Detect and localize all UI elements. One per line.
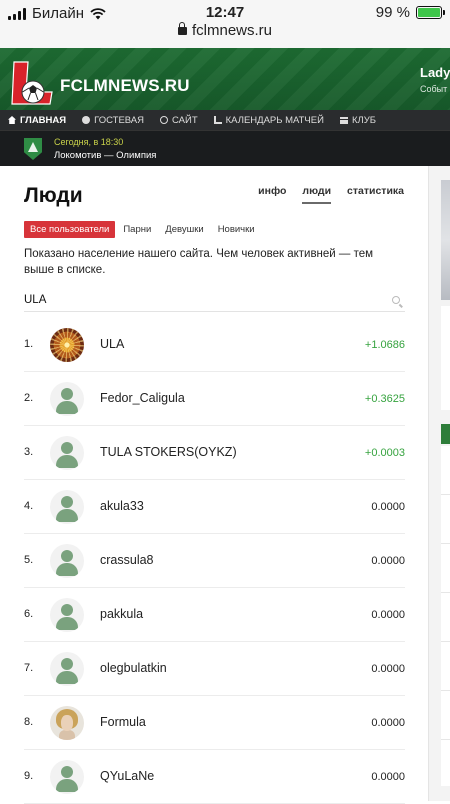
site-header: FCLMNEWS.RU Lady Событ (0, 48, 450, 110)
home-icon (8, 116, 16, 124)
site-logo-text[interactable]: FCLMNEWS.RU (60, 76, 190, 96)
lock-icon (177, 22, 187, 35)
list-item[interactable]: 7. olegbulatkin 0.0000 (24, 642, 405, 696)
tab-statistics[interactable]: статистика (347, 185, 404, 204)
rank: 3. (24, 446, 34, 458)
activity-score: 0.0000 (371, 609, 405, 621)
tab-people[interactable]: люди (302, 185, 332, 204)
list-item[interactable]: 2. Fedor_Caligula +0.3625 (24, 372, 405, 426)
username-link[interactable]: Formula (100, 715, 146, 729)
nav-item-site[interactable]: САЙТ (152, 115, 206, 126)
right-sidebar (428, 166, 450, 801)
rank: 1. (24, 338, 34, 350)
nav-item-calendar[interactable]: КАЛЕНДАРЬ МАТЧЕЙ (206, 115, 332, 126)
avatar[interactable] (50, 382, 84, 416)
page-description: Показано население нашего сайта. Чем чел… (24, 248, 374, 276)
upcoming-match[interactable]: Сегодня, в 18:30 Локомотив — Олимпия (0, 130, 450, 166)
battery-icon (416, 6, 445, 19)
avatar[interactable] (50, 652, 84, 686)
avatar[interactable] (50, 328, 84, 362)
username-link[interactable]: QYuLaNe (100, 769, 154, 783)
avatar[interactable] (50, 436, 84, 470)
user-filters: Все пользователи Парни Девушки Новички (24, 221, 261, 238)
nav-item-club[interactable]: КЛУБ (332, 115, 384, 126)
activity-score: 0.0000 (371, 663, 405, 675)
nav-item-home[interactable]: ГЛАВНАЯ (0, 115, 74, 126)
filter-all-users[interactable]: Все пользователи (24, 221, 116, 238)
list-item[interactable]: 4. akula33 0.0000 (24, 480, 405, 534)
sidebar-list (441, 446, 450, 786)
list-item[interactable]: 9. QYuLaNe 0.0000 (24, 750, 405, 804)
chart-icon (213, 116, 222, 124)
rank: 5. (24, 554, 34, 566)
club-logo-icon[interactable] (8, 58, 58, 110)
avatar[interactable] (50, 490, 84, 524)
people-page: Люди инфо люди статистика Все пользовате… (0, 166, 428, 804)
username-link[interactable]: ULA (100, 337, 124, 351)
sidebar-news-image[interactable] (441, 180, 450, 300)
globe-icon (160, 116, 168, 124)
chat-icon (82, 116, 91, 124)
username-link[interactable]: Fedor_Caligula (100, 391, 185, 405)
activity-score: +0.3625 (364, 393, 405, 405)
rank: 6. (24, 608, 34, 620)
avatar[interactable] (50, 544, 84, 578)
sidebar-section-header (441, 424, 450, 444)
match-teams: Локомотив — Олимпия (54, 150, 157, 161)
rank: 8. (24, 716, 34, 728)
list-item[interactable]: 6. pakkula 0.0000 (24, 588, 405, 642)
avatar[interactable] (50, 598, 84, 632)
filter-newcomers[interactable]: Новички (212, 221, 261, 238)
rank: 9. (24, 770, 34, 782)
filter-guys[interactable]: Парни (117, 221, 157, 238)
activity-score: 0.0000 (371, 717, 405, 729)
battery-percent: 99 % (375, 4, 410, 21)
promo-subtitle: Событ (420, 84, 448, 94)
search-input[interactable]: ULA (24, 290, 405, 312)
activity-score: 0.0000 (371, 501, 405, 513)
rank: 7. (24, 662, 34, 674)
search-value: ULA (24, 294, 47, 306)
search-icon[interactable] (392, 296, 400, 304)
menu-icon (339, 116, 348, 124)
rank: 4. (24, 500, 34, 512)
username-link[interactable]: akula33 (100, 499, 144, 513)
activity-score: 0.0000 (371, 771, 405, 783)
header-promo[interactable]: Lady Событ (420, 65, 450, 94)
list-item[interactable]: 3. TULA STOKERS(OYKZ) +0.0003 (24, 426, 405, 480)
list-item[interactable]: 5. crassula8 0.0000 (24, 534, 405, 588)
username-link[interactable]: olegbulatkin (100, 661, 167, 675)
avatar[interactable] (50, 760, 84, 794)
filter-girls[interactable]: Девушки (159, 221, 209, 238)
username-link[interactable]: TULA STOKERS(OYKZ) (100, 445, 237, 459)
main-nav: ГЛАВНАЯ ГОСТЕВАЯ САЙТ КАЛЕНДАРЬ МАТЧЕЙ К… (0, 110, 450, 130)
team-crest-icon (24, 138, 42, 160)
battery: 99 % (375, 4, 445, 21)
tab-info[interactable]: инфо (258, 185, 286, 204)
list-item[interactable]: 1. ULA +1.0686 (24, 318, 405, 372)
nav-item-guestbook[interactable]: ГОСТЕВАЯ (74, 115, 152, 126)
username-link[interactable]: crassula8 (100, 553, 154, 567)
match-time: Сегодня, в 18:30 (54, 137, 124, 147)
page-title: Люди (24, 184, 83, 207)
url-text: fclmnews.ru (191, 22, 273, 39)
username-link[interactable]: pakkula (100, 607, 143, 621)
avatar[interactable] (50, 706, 84, 740)
section-tabs: инфо люди статистика (258, 185, 404, 204)
rank: 2. (24, 392, 34, 404)
activity-score: +1.0686 (364, 339, 405, 351)
people-list: 1. ULA +1.0686 2. Fedor_Caligula +0.3625… (24, 318, 405, 804)
activity-score: 0.0000 (371, 555, 405, 567)
address-bar[interactable]: fclmnews.ru (0, 22, 450, 48)
promo-title: Lady (420, 65, 450, 80)
sidebar-news-card[interactable] (441, 306, 450, 410)
activity-score: +0.0003 (364, 447, 405, 459)
list-item[interactable]: 8. Formula 0.0000 (24, 696, 405, 750)
